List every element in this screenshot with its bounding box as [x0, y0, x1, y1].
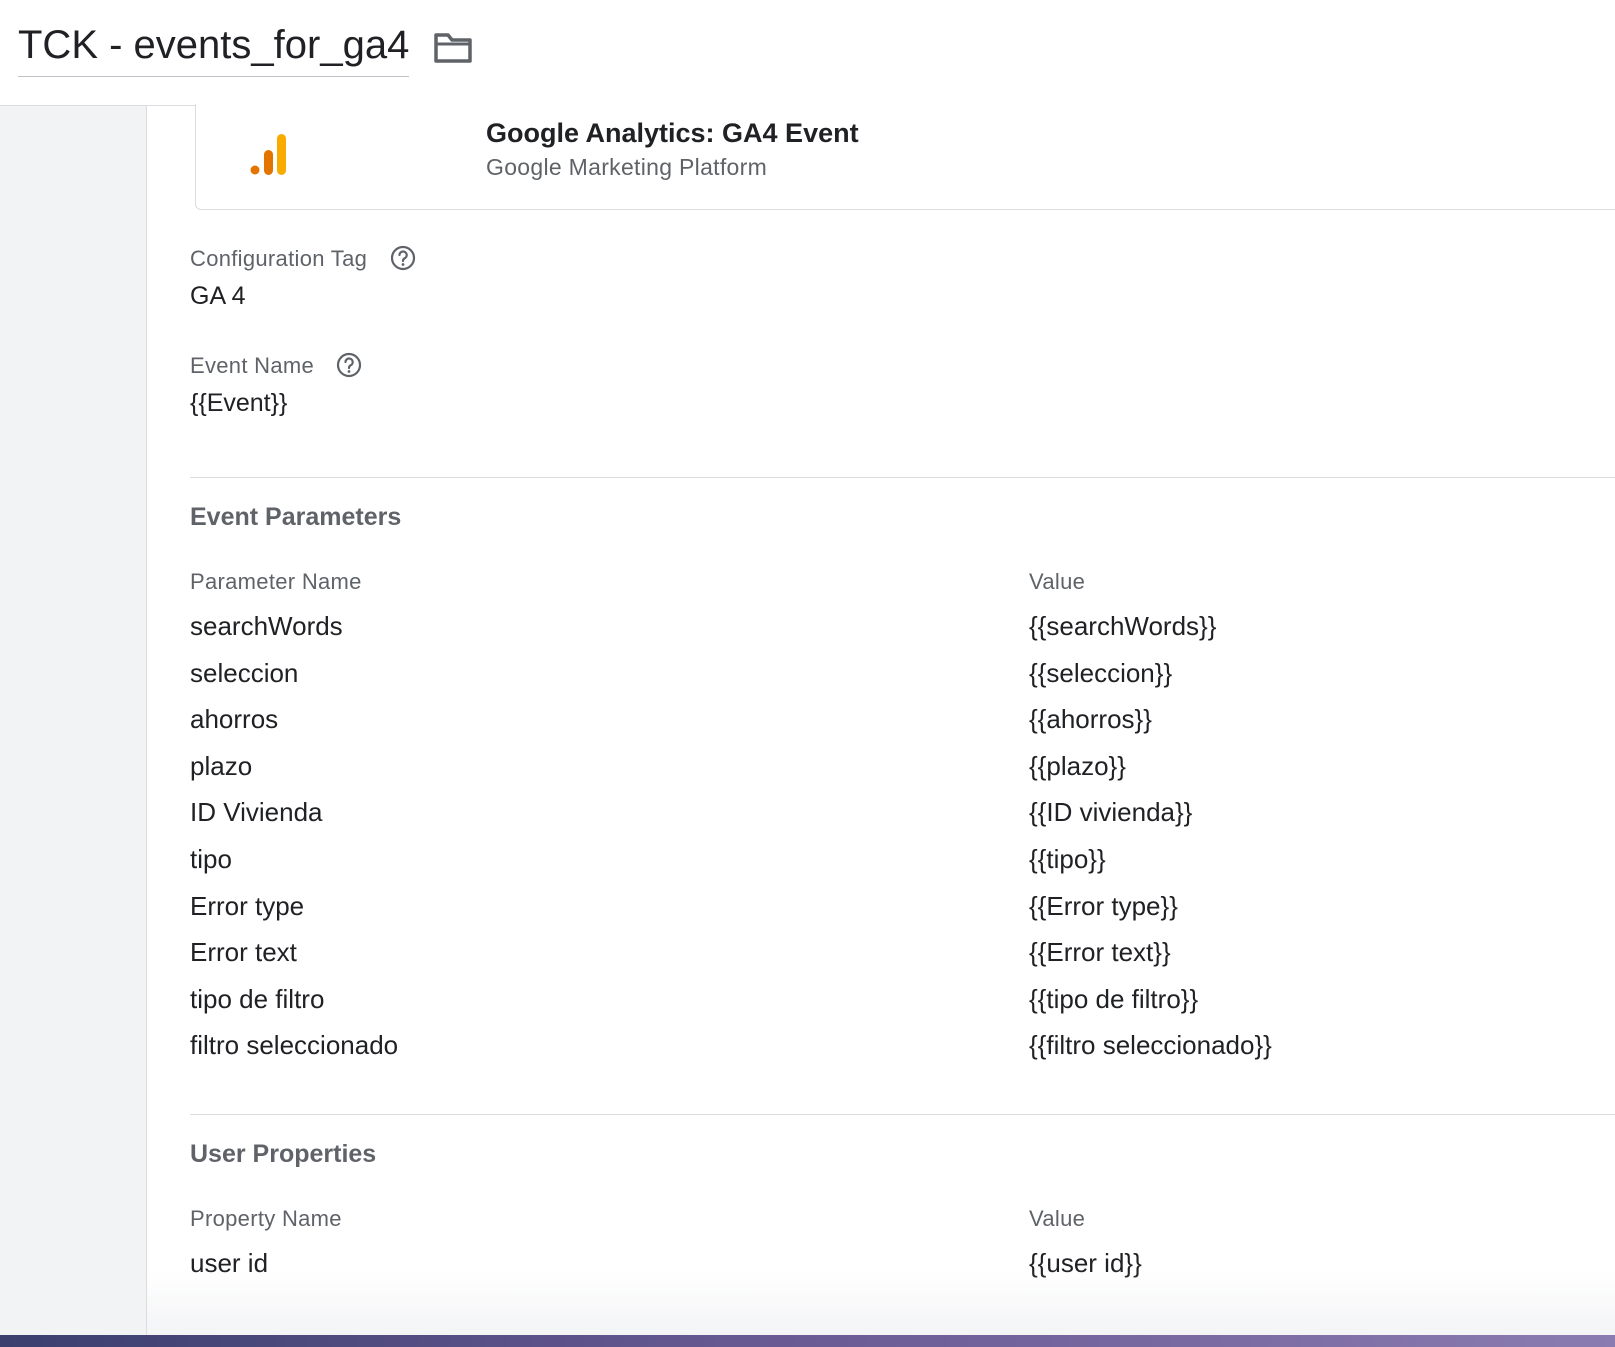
- header-bar: TCK - events_for_ga4: [0, 0, 1615, 106]
- event-name-label-text: Event Name: [190, 353, 315, 378]
- tag-type-card[interactable]: Google Analytics: GA4 Event Google Marke…: [195, 104, 1615, 210]
- table-row-name: Error text: [190, 937, 297, 968]
- table-row-value: {{Error text}}: [1029, 937, 1171, 968]
- property-name-column-header: Property Name: [190, 1206, 342, 1231]
- event-name-label: Event Name: [190, 353, 362, 379]
- table-row-value: {{plazo}}: [1029, 750, 1126, 781]
- help-icon[interactable]: [390, 245, 416, 271]
- tag-type-title: Google Analytics: GA4 Event: [486, 118, 859, 148]
- table-row-value: {{tipo de filtro}}: [1029, 983, 1199, 1014]
- event-name-value: {{Event}}: [190, 389, 288, 417]
- table-row-name: Error type: [190, 890, 305, 921]
- configuration-tag-label-text: Configuration Tag: [190, 246, 368, 271]
- table-row-name: seleccion: [190, 657, 299, 688]
- left-rail: [0, 106, 147, 1347]
- tag-name-title[interactable]: TCK - events_for_ga4: [18, 18, 410, 77]
- table-row-value: {{ahorros}}: [1029, 704, 1152, 735]
- table-row-value: {{filtro seleccionado}}: [1029, 1030, 1272, 1061]
- folder-icon[interactable]: [432, 27, 474, 67]
- table-row-value: {{ID vivienda}}: [1029, 797, 1193, 828]
- window-bottom-edge: [0, 1335, 1615, 1347]
- divider: [190, 477, 1615, 478]
- table-row-name: ahorros: [190, 704, 279, 735]
- table-row-name: searchWords: [190, 611, 343, 641]
- divider: [190, 1114, 1615, 1115]
- help-icon[interactable]: [336, 352, 362, 378]
- table-row-value: {{Error type}}: [1029, 890, 1178, 921]
- tag-configuration-panel: Google Analytics: GA4 Event Google Marke…: [147, 104, 1615, 1347]
- parameter-name-column-header: Parameter Name: [190, 569, 362, 594]
- table-row-value: {{user id}}: [1029, 1248, 1142, 1278]
- configuration-tag-label: Configuration Tag: [190, 246, 416, 272]
- tag-type-subtitle: Google Marketing Platform: [486, 154, 768, 180]
- table-row-value: {{tipo}}: [1029, 844, 1106, 874]
- table-row-value: {{searchWords}}: [1029, 611, 1217, 641]
- table-row-name: tipo de filtro: [190, 983, 325, 1014]
- google-analytics-logo-icon: [250, 134, 286, 175]
- table-row-name: plazo: [190, 750, 253, 781]
- parameter-value-column-header: Value: [1029, 569, 1086, 594]
- table-row-name: tipo: [190, 844, 232, 874]
- table-row-name: filtro seleccionado: [190, 1030, 399, 1061]
- configuration-tag-value: GA 4: [190, 282, 246, 310]
- property-value-column-header: Value: [1029, 1206, 1086, 1231]
- table-row-name: user id: [190, 1248, 269, 1278]
- user-properties-title: User Properties: [190, 1140, 377, 1168]
- table-row-value: {{seleccion}}: [1029, 657, 1173, 688]
- event-parameters-title: Event Parameters: [190, 503, 402, 531]
- table-row-name: ID Vivienda: [190, 797, 323, 828]
